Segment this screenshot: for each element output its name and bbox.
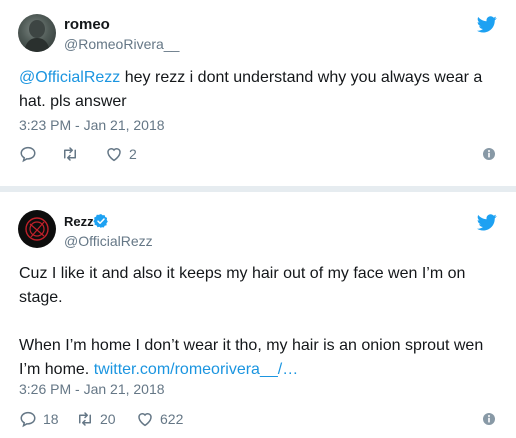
avatar-romeo[interactable] bbox=[18, 14, 56, 52]
tweet-link[interactable]: twitter.com/romeorivera__/… bbox=[94, 361, 299, 378]
reply-count: 18 bbox=[43, 411, 59, 427]
reply-button[interactable] bbox=[19, 145, 43, 163]
tweet-romeo[interactable]: romeo @RomeoRivera__ @OfficialRezz hey r… bbox=[0, 0, 516, 186]
tweet-paragraph-1: Cuz I like it and also it keeps my hair … bbox=[19, 265, 466, 306]
like-count: 2 bbox=[129, 146, 137, 162]
retweet-icon bbox=[79, 412, 91, 426]
like-button[interactable]: 2 bbox=[105, 145, 137, 163]
like-icon bbox=[107, 148, 121, 162]
user-handle[interactable]: @RomeoRivera__ bbox=[64, 36, 179, 52]
timestamp[interactable]: 3:23 PM - Jan 21, 2018 bbox=[19, 117, 165, 133]
retweet-icon bbox=[64, 147, 76, 161]
display-name[interactable]: romeo bbox=[64, 16, 110, 33]
tweet-text: @OfficialRezz hey rezz i dont understand… bbox=[19, 66, 497, 114]
tweet-actions: 2 bbox=[19, 145, 497, 163]
info-icon[interactable] bbox=[481, 411, 497, 427]
tweet-text: Cuz I like it and also it keeps my hair … bbox=[19, 262, 497, 382]
display-name[interactable]: Rezz bbox=[64, 214, 94, 229]
user-handle[interactable]: @OfficialRezz bbox=[64, 233, 153, 249]
retweet-count: 20 bbox=[100, 411, 116, 427]
verified-badge-icon bbox=[93, 214, 108, 228]
avatar-rezz[interactable] bbox=[18, 210, 56, 248]
retweet-button[interactable] bbox=[61, 145, 85, 163]
reply-button[interactable]: 18 bbox=[19, 410, 59, 428]
info-icon[interactable] bbox=[481, 146, 497, 162]
tweet-rezz[interactable]: Rezz @OfficialRezz Cuz I like it and als… bbox=[0, 192, 516, 438]
retweet-button[interactable]: 20 bbox=[76, 410, 116, 428]
reply-icon bbox=[20, 411, 36, 428]
mention-link[interactable]: @OfficialRezz bbox=[19, 69, 120, 86]
like-button[interactable]: 622 bbox=[136, 410, 183, 428]
twitter-bird-icon[interactable] bbox=[477, 16, 497, 33]
like-icon bbox=[138, 413, 152, 427]
tweet-actions: 18 20 622 bbox=[19, 410, 497, 428]
timestamp[interactable]: 3:26 PM - Jan 21, 2018 bbox=[19, 381, 165, 397]
twitter-bird-icon[interactable] bbox=[477, 214, 497, 231]
like-count: 622 bbox=[160, 411, 184, 427]
reply-icon bbox=[20, 146, 36, 163]
